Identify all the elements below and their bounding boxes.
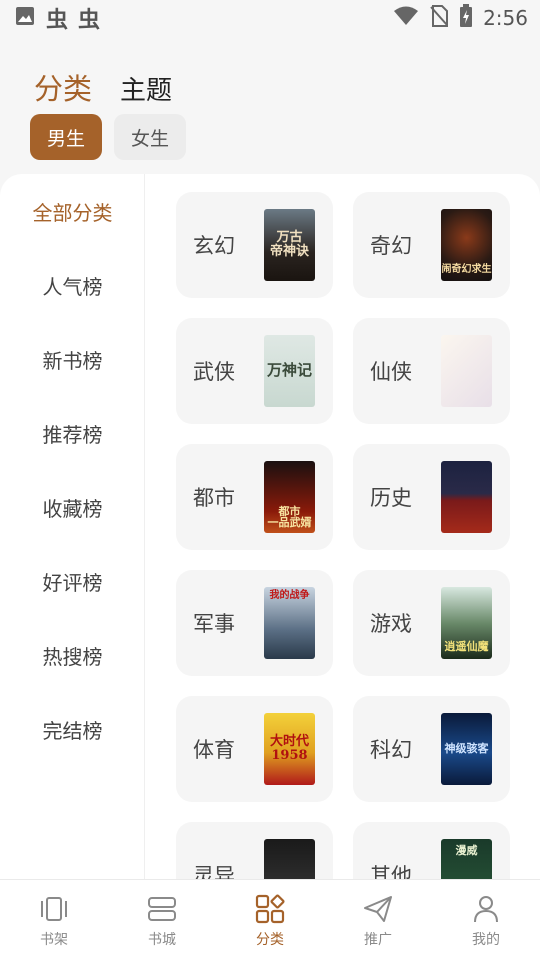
- book-cover: [264, 839, 315, 879]
- category-label: 其他: [370, 864, 412, 879]
- nav-promotion[interactable]: 推广: [324, 880, 432, 960]
- category-label: 军事: [193, 612, 235, 636]
- book-cover: 闹奇幻求生: [441, 209, 492, 281]
- category-card-wuxia[interactable]: 武侠 万神记: [176, 318, 333, 424]
- sidebar-item-rated[interactable]: 好评榜: [0, 561, 145, 601]
- book-cover: 大时代 1958: [264, 713, 315, 785]
- bookshelf-icon: [41, 897, 67, 921]
- book-cover: 万古 帝神诀: [264, 209, 315, 281]
- category-card-qihuan[interactable]: 奇幻 闹奇幻求生: [353, 192, 510, 298]
- battery-icon: [459, 4, 473, 32]
- status-bar: 虫 虫 2:56: [0, 0, 540, 36]
- category-label: 灵异: [193, 864, 235, 879]
- sidebar-item-trending[interactable]: 热搜榜: [0, 635, 145, 675]
- category-card-youxi[interactable]: 游戏 逍遥仙魔: [353, 570, 510, 676]
- category-label: 游戏: [370, 612, 412, 636]
- sidebar-item-recommended[interactable]: 推荐榜: [0, 413, 145, 453]
- category-panel: 全部分类 人气榜 新书榜 推荐榜 收藏榜 好评榜 热搜榜 完结榜 玄幻 万古 帝…: [0, 174, 540, 879]
- book-cover: [441, 335, 492, 407]
- profile-icon: [474, 896, 498, 923]
- nav-bookstore[interactable]: 书城: [108, 880, 216, 960]
- no-sim-icon: [429, 4, 449, 32]
- category-card-xuanhuan[interactable]: 玄幻 万古 帝神诀: [176, 192, 333, 298]
- book-cover: 神级骇客: [441, 713, 492, 785]
- category-card-lingyi[interactable]: 灵异: [176, 822, 333, 879]
- app-notification-icon: 虫: [46, 8, 69, 33]
- nav-label: 书架: [40, 932, 68, 948]
- nav-label: 分类: [256, 932, 284, 948]
- nav-label: 我的: [472, 932, 500, 948]
- category-card-junshi[interactable]: 军事 我的战争: [176, 570, 333, 676]
- sidebar-item-completed[interactable]: 完结榜: [0, 709, 145, 749]
- nav-category[interactable]: 分类: [216, 880, 324, 960]
- book-cover: [441, 461, 492, 533]
- female-button[interactable]: 女生: [114, 114, 186, 160]
- nav-profile[interactable]: 我的: [432, 880, 540, 960]
- book-cover: 漫威: [441, 839, 492, 879]
- nav-label: 书城: [148, 932, 176, 948]
- bookstore-icon: [148, 897, 176, 921]
- bottom-navigation: 书架 书城 分类 推广 我的: [0, 879, 540, 960]
- category-card-xianxia[interactable]: 仙侠: [353, 318, 510, 424]
- sidebar-item-new[interactable]: 新书榜: [0, 339, 145, 379]
- nav-bookshelf[interactable]: 书架: [0, 880, 108, 960]
- male-button[interactable]: 男生: [30, 114, 102, 160]
- category-label: 仙侠: [370, 360, 412, 384]
- category-label: 玄幻: [193, 234, 235, 258]
- tab-theme[interactable]: 主题: [120, 78, 172, 104]
- category-label: 体育: [193, 738, 235, 762]
- book-cover: 万神记: [264, 335, 315, 407]
- category-icon: [255, 894, 285, 924]
- category-label: 武侠: [193, 360, 235, 384]
- book-cover: 我的战争: [264, 587, 315, 659]
- clock: 2:56: [483, 6, 528, 30]
- tab-category[interactable]: 分类: [34, 75, 92, 104]
- send-icon: [364, 896, 392, 922]
- app-notification-icon: 虫: [78, 8, 101, 33]
- book-cover: 逍遥仙魔: [441, 587, 492, 659]
- category-label: 历史: [370, 486, 412, 510]
- gender-toggle: 男生 女生: [30, 114, 186, 160]
- category-label: 都市: [193, 486, 235, 510]
- category-card-kehuan[interactable]: 科幻 神级骇客: [353, 696, 510, 802]
- sidebar-item-favorites[interactable]: 收藏榜: [0, 487, 145, 527]
- category-label: 科幻: [370, 738, 412, 762]
- sidebar-item-popular[interactable]: 人气榜: [0, 265, 145, 305]
- ranking-sidebar: 全部分类 人气榜 新书榜 推荐榜 收藏榜 好评榜 热搜榜 完结榜: [0, 174, 145, 879]
- category-label: 奇幻: [370, 234, 412, 258]
- image-icon: [14, 5, 36, 31]
- category-card-lishi[interactable]: 历史: [353, 444, 510, 550]
- header-tabs: 分类 主题: [0, 54, 540, 105]
- book-cover: 都市 一品武婿: [264, 461, 315, 533]
- category-card-qita[interactable]: 其他 漫威: [353, 822, 510, 879]
- nav-label: 推广: [364, 932, 392, 948]
- category-card-dushi[interactable]: 都市 都市 一品武婿: [176, 444, 333, 550]
- category-card-tiyu[interactable]: 体育 大时代 1958: [176, 696, 333, 802]
- wifi-icon: [393, 5, 419, 31]
- sidebar-item-all[interactable]: 全部分类: [0, 191, 145, 231]
